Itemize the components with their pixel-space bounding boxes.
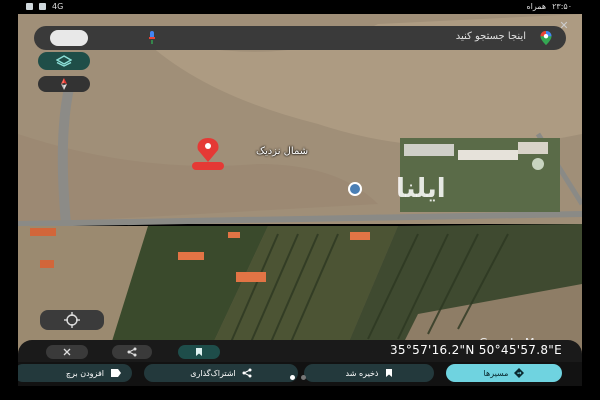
satellite-map[interactable]: شمال نزدیک ایلنا Google Maps bbox=[18, 14, 582, 386]
saved-button[interactable]: ذخیره شد bbox=[304, 364, 434, 382]
system-nav-bar bbox=[18, 386, 582, 400]
directions-button[interactable]: مسیرها bbox=[446, 364, 562, 382]
building bbox=[404, 144, 454, 156]
pin-label: شمال نزدیک bbox=[256, 146, 309, 157]
saved-label: ذخیره شد bbox=[345, 368, 379, 378]
avatar[interactable] bbox=[50, 30, 88, 46]
carrier-name: همراه bbox=[526, 2, 547, 11]
network-type: 4G bbox=[52, 2, 64, 11]
compass-button[interactable] bbox=[38, 76, 90, 92]
search-bar[interactable]: اینجا جستجو کنید bbox=[34, 26, 566, 50]
status-right: ۲۳:۵۰ همراه bbox=[526, 2, 572, 11]
roof bbox=[30, 228, 56, 236]
notification-icon bbox=[39, 3, 46, 10]
share-chip[interactable]: اشتراک‌گذاری bbox=[144, 364, 298, 382]
coordinates[interactable]: 35°57'16.2"N 50°45'57.8"E bbox=[390, 343, 562, 357]
label-icon bbox=[111, 369, 121, 377]
add-label-text: افزودن برچ bbox=[65, 368, 104, 378]
share-label: اشتراک‌گذاری bbox=[190, 368, 236, 378]
bookmark-filled-icon bbox=[385, 369, 392, 377]
close-button[interactable] bbox=[46, 345, 88, 359]
clock: ۲۳:۵۰ bbox=[552, 2, 572, 11]
save-button[interactable] bbox=[178, 345, 220, 359]
layers-button[interactable] bbox=[38, 52, 90, 70]
bookmark-icon bbox=[196, 348, 202, 356]
notification-icon bbox=[26, 3, 33, 10]
watermark: ایلنا bbox=[396, 174, 447, 204]
roof bbox=[40, 260, 54, 268]
place-sheet[interactable]: 35°57'16.2"N 50°45'57.8"E bbox=[18, 340, 582, 362]
share-icon bbox=[242, 368, 252, 378]
page-indicator bbox=[290, 375, 306, 380]
add-label-button[interactable]: افزودن برچ bbox=[18, 364, 132, 382]
crosshair-icon bbox=[64, 312, 80, 328]
directions-icon bbox=[514, 368, 525, 378]
status-left: 4G bbox=[26, 2, 63, 11]
roof bbox=[350, 232, 370, 240]
close-icon bbox=[63, 348, 71, 356]
directions-label: مسیرها bbox=[483, 368, 509, 378]
tree bbox=[532, 158, 544, 170]
close-icon[interactable]: ✕ bbox=[556, 18, 572, 34]
share-button[interactable] bbox=[112, 345, 152, 359]
layers-icon bbox=[56, 55, 72, 67]
status-bar: 4G ۲۳:۵۰ همراه bbox=[18, 0, 582, 14]
my-location-button[interactable] bbox=[40, 310, 104, 330]
roof bbox=[228, 232, 240, 238]
google-maps-pin-icon bbox=[540, 31, 552, 45]
roof bbox=[178, 252, 204, 260]
map-imagery bbox=[18, 14, 582, 386]
page-dot bbox=[290, 375, 295, 380]
current-location-dot bbox=[348, 182, 362, 196]
search-placeholder[interactable]: اینجا جستجو کنید bbox=[456, 31, 526, 42]
roof bbox=[236, 272, 266, 282]
app-frame: 4G ۲۳:۵۰ همراه شمال نزدیک ایلنا اینجا جس… bbox=[18, 0, 582, 400]
mic-icon[interactable] bbox=[147, 31, 157, 45]
page-dot bbox=[301, 375, 306, 380]
building bbox=[518, 142, 548, 154]
building bbox=[458, 150, 518, 160]
share-icon bbox=[127, 347, 137, 357]
compass-icon bbox=[61, 78, 67, 90]
action-row: مسیرها ذخیره شد اشتراک‌گذاری افزودن برچ bbox=[18, 362, 582, 386]
